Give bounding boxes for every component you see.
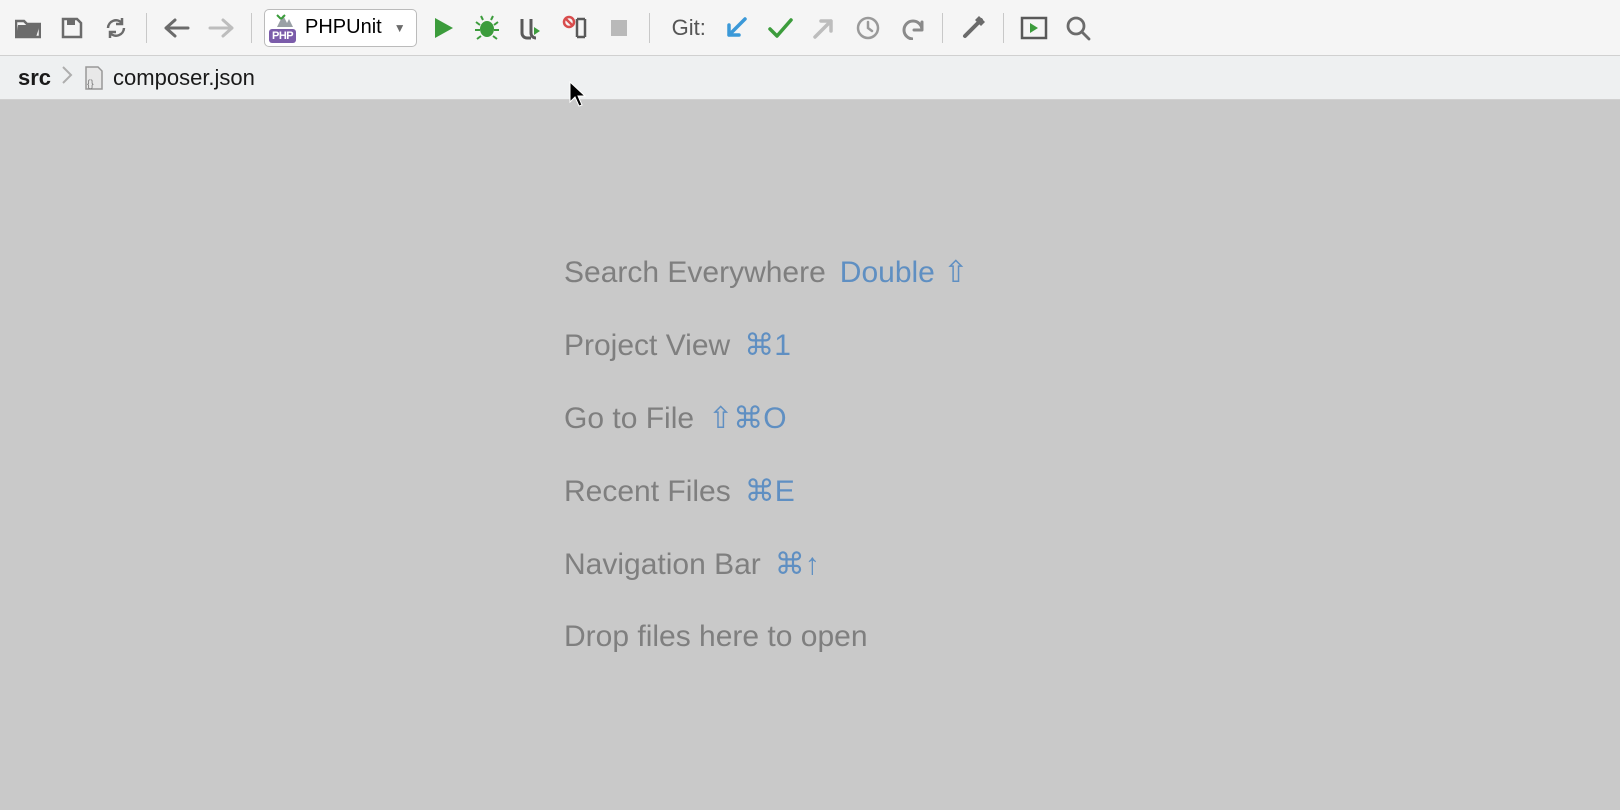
git-push-icon[interactable] — [806, 10, 842, 46]
debug-icon[interactable] — [469, 10, 505, 46]
run-anything-icon[interactable] — [1016, 10, 1052, 46]
toolbar-separator — [146, 13, 147, 43]
toolbar-separator — [251, 13, 252, 43]
sync-icon[interactable] — [98, 10, 134, 46]
run-configuration-label: PHPUnit — [305, 16, 382, 39]
chevron-down-icon: ▼ — [394, 21, 406, 35]
tip-go-to-file: Go to File ⇧⌘O — [564, 401, 968, 436]
back-icon[interactable] — [159, 10, 195, 46]
git-history-icon[interactable] — [850, 10, 886, 46]
toolbar-separator — [942, 13, 943, 43]
json-file-icon: {} — [83, 65, 105, 91]
tip-recent-files: Recent Files ⌘E — [564, 474, 968, 509]
git-rollback-icon[interactable] — [894, 10, 930, 46]
toolbar-separator — [649, 13, 650, 43]
search-icon[interactable] — [1060, 10, 1096, 46]
drop-files-text: Drop files here to open — [564, 620, 968, 654]
open-file-icon[interactable] — [10, 10, 46, 46]
breadcrumb: src {} composer.json — [0, 56, 1620, 100]
toolbar-separator — [1003, 13, 1004, 43]
tip-search-everywhere: Search Everywhere Double ⇧ — [564, 255, 968, 290]
forward-icon[interactable] — [203, 10, 239, 46]
save-all-icon[interactable] — [54, 10, 90, 46]
coverage-icon[interactable] — [513, 10, 549, 46]
stop-icon[interactable] — [601, 10, 637, 46]
editor-empty-state: Search Everywhere Double ⇧ Project View … — [564, 255, 968, 654]
tip-navigation-bar: Navigation Bar ⌘↑ — [564, 547, 968, 582]
svg-text:{}: {} — [87, 79, 94, 90]
breadcrumb-folder[interactable]: src — [18, 65, 51, 91]
main-toolbar: PHP PHPUnit ▼ Git: — [0, 0, 1620, 56]
breadcrumb-file[interactable]: {} composer.json — [83, 65, 255, 91]
chevron-right-icon — [61, 65, 73, 91]
breadcrumb-file-label: composer.json — [113, 65, 255, 91]
settings-icon[interactable] — [955, 10, 991, 46]
tip-project-view: Project View ⌘1 — [564, 328, 968, 363]
profile-icon[interactable] — [557, 10, 593, 46]
phpunit-icon: PHP — [271, 15, 299, 41]
run-icon[interactable] — [425, 10, 461, 46]
run-configuration-selector[interactable]: PHP PHPUnit ▼ — [264, 9, 417, 47]
git-update-icon[interactable] — [718, 10, 754, 46]
git-label: Git: — [672, 15, 706, 41]
git-commit-icon[interactable] — [762, 10, 798, 46]
